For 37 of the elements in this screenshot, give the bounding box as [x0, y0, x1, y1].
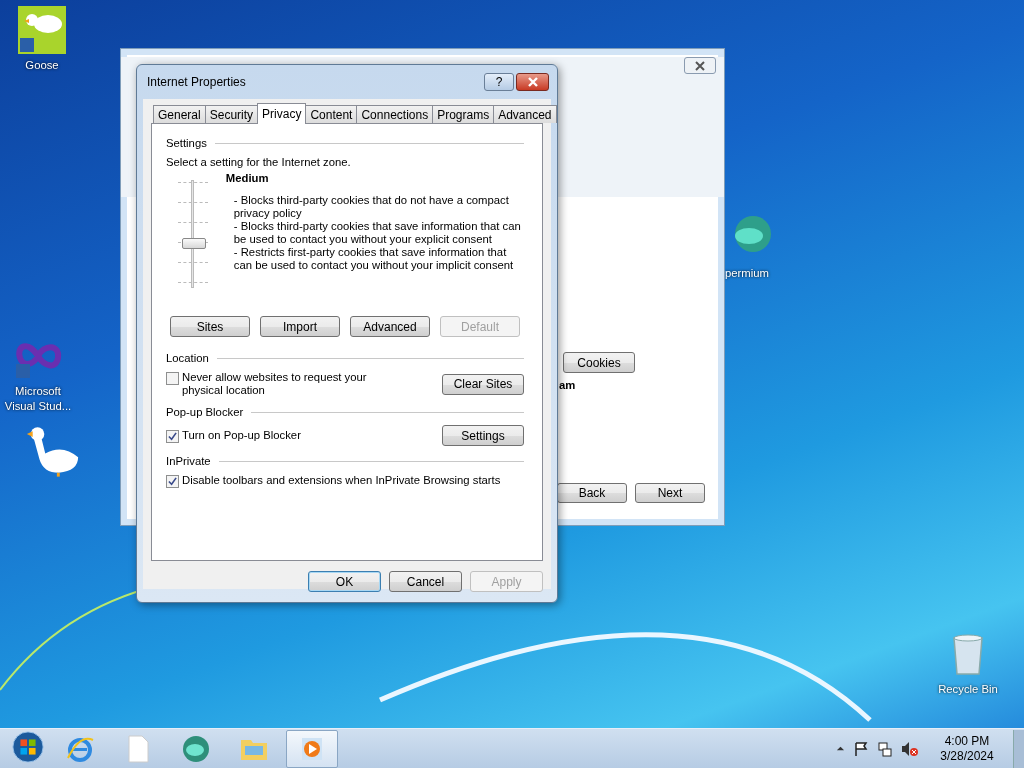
section-heading: Location — [166, 352, 209, 364]
checkbox-label: Never allow websites to request your physical location — [182, 371, 368, 397]
tab[interactable]: Connections — [356, 105, 434, 123]
section-heading: Pop-up Blocker — [166, 406, 244, 418]
tab[interactable]: Security — [204, 105, 259, 123]
tab[interactable]: Content — [305, 105, 358, 123]
nav-button[interactable]: Back — [557, 483, 627, 503]
dialog-button[interactable]: Cancel — [389, 571, 462, 592]
help-button[interactable]: ? — [484, 73, 514, 91]
tab[interactable]: Programs — [432, 105, 495, 123]
clock-date[interactable]: 3/28/2024 — [940, 748, 994, 764]
checkbox-label: Disable toolbars and extensions when InPrivate Browsing starts — [182, 474, 501, 487]
tab[interactable]: General — [153, 105, 206, 123]
nav-button[interactable]: Next — [635, 483, 705, 503]
dialog-button[interactable]: OK — [308, 571, 381, 592]
heading-text: am — [559, 379, 576, 391]
group-button[interactable]: Clear Sites — [442, 373, 524, 395]
privacy-action-button[interactable]: Sites — [170, 316, 250, 337]
cookies-button[interactable]: Cookies — [563, 352, 635, 373]
checkbox-label: Turn on Pop-up Blocker — [182, 428, 301, 442]
tab[interactable]: Privacy — [257, 103, 307, 124]
tab[interactable]: Advanced — [493, 105, 557, 123]
clock-time[interactable]: 4:00 PM — [944, 733, 990, 749]
privacy-action-button[interactable]: Import — [260, 316, 340, 337]
description-text: - Blocks third-party cookies that save information that can be used to contact you without your explicit consent — [232, 220, 522, 246]
section-heading: Settings — [166, 137, 207, 149]
instruction-text: Select a setting for the Internet zone. — [166, 156, 352, 168]
desktop-icon-label[interactable]: Microsoft Visual Stud... — [0, 384, 76, 414]
window-title: Internet Properties — [147, 75, 247, 89]
description-text: - Blocks third-party cookies that do not have a compact privacy policy — [232, 194, 510, 220]
level-name: Medium — [225, 172, 270, 184]
section-heading: InPrivate — [166, 455, 211, 467]
description-text: - Restricts first-party cookies that save information that can be used to contact you without your implicit consent — [232, 246, 515, 272]
desktop-icon-label[interactable]: Goose — [25, 58, 59, 73]
desktop-icon-label[interactable]: permium — [725, 266, 769, 281]
privacy-action-button[interactable]: Advanced — [350, 316, 430, 337]
group-button[interactable]: Settings — [442, 425, 524, 446]
